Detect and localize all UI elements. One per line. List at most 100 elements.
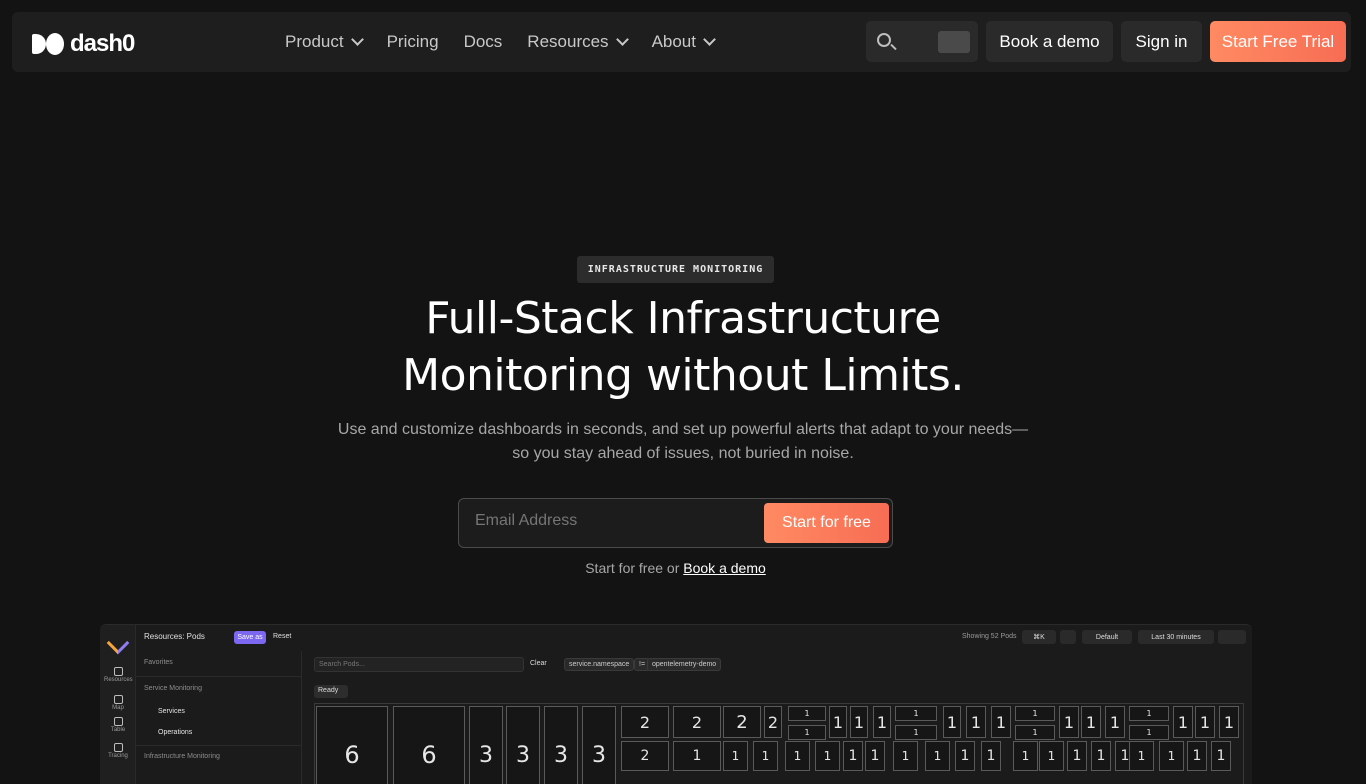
pod-cell[interactable]: 1: [1039, 741, 1064, 771]
menu-docs[interactable]: Docs: [464, 32, 503, 52]
pod-cell[interactable]: 2: [621, 706, 669, 738]
pod-cell[interactable]: 1: [1067, 741, 1087, 771]
pod-cell[interactable]: 1: [1159, 741, 1184, 771]
pod-cell[interactable]: 1: [895, 725, 937, 740]
resources-icon: [113, 667, 123, 676]
sidebar-operations[interactable]: Operations: [158, 729, 192, 736]
divider: [136, 676, 302, 677]
ready-dropdown[interactable]: Ready: [314, 685, 348, 698]
menu-pricing[interactable]: Pricing: [387, 32, 439, 52]
email-input[interactable]: [475, 512, 745, 530]
search-pods-input[interactable]: Search Pods...: [314, 657, 524, 672]
pod-cell[interactable]: 1: [1129, 725, 1169, 740]
pod-cell[interactable]: 1: [1105, 706, 1125, 738]
pod-cell[interactable]: 6: [393, 706, 465, 784]
logo[interactable]: dash0: [32, 30, 135, 58]
pod-cell[interactable]: 1: [850, 706, 868, 738]
pod-cell[interactable]: 1: [1059, 706, 1079, 738]
clear-filters-button[interactable]: Clear: [530, 660, 547, 667]
sidebar-infrastructure-monitoring[interactable]: Infrastructure Monitoring: [144, 753, 220, 760]
pod-cell[interactable]: 1: [1173, 706, 1193, 738]
pod-cell[interactable]: 1: [873, 706, 891, 738]
pod-cell[interactable]: 2: [764, 706, 782, 738]
pod-cell[interactable]: 1: [1211, 741, 1231, 771]
filter-key[interactable]: service.namespace: [564, 658, 635, 671]
menu-pricing-label: Pricing: [386, 32, 439, 51]
time-range-dropdown[interactable]: Last 30 minutes: [1138, 630, 1214, 644]
page-title: Full-Stack Infrastructure Monitoring wit…: [300, 290, 1066, 404]
pod-cell[interactable]: 1: [865, 741, 885, 771]
rail-map[interactable]: Map: [104, 695, 132, 711]
menu-about[interactable]: About: [651, 32, 716, 52]
pod-cell[interactable]: 1: [753, 741, 778, 771]
pod-cell[interactable]: 1: [1013, 741, 1038, 771]
signup-form: Start for free: [458, 498, 893, 548]
reset-button[interactable]: Reset: [273, 633, 291, 640]
sidebar-favorites[interactable]: Favorites: [144, 659, 173, 666]
map-icon: [113, 695, 123, 704]
pod-cell[interactable]: 1: [943, 706, 961, 738]
rail-table[interactable]: Table: [104, 717, 132, 733]
start-trial-button[interactable]: Start Free Trial: [1210, 21, 1346, 62]
top-navbar: dash0 Product Pricing Docs Resources Abo…: [12, 12, 1351, 72]
pod-cell[interactable]: 2: [673, 706, 721, 738]
pod-cell[interactable]: 1: [829, 706, 847, 738]
divider: [136, 745, 302, 746]
menu-product[interactable]: Product: [285, 32, 364, 52]
save-as-button[interactable]: Save as: [234, 631, 266, 644]
pin-button[interactable]: [1060, 630, 1076, 644]
refresh-button[interactable]: [1218, 630, 1246, 644]
pod-cell[interactable]: 2: [723, 706, 761, 738]
rail-resources[interactable]: Resources: [104, 667, 133, 683]
pod-cell[interactable]: 1: [843, 741, 863, 771]
search-icon: [877, 33, 891, 47]
pod-cell[interactable]: 1: [1091, 741, 1111, 771]
note-prefix: Start for free or: [585, 560, 680, 576]
command-button[interactable]: ⌘K: [1022, 630, 1056, 644]
pod-cell[interactable]: 3: [506, 706, 540, 784]
pod-cell[interactable]: 1: [925, 741, 950, 771]
pod-cell[interactable]: 1: [1195, 706, 1215, 738]
filter-value[interactable]: opentelemetry-demo: [647, 658, 722, 671]
pod-cell[interactable]: 1: [815, 741, 840, 771]
pod-cell[interactable]: 1: [1129, 706, 1169, 721]
book-demo-button[interactable]: Book a demo: [986, 21, 1113, 62]
pod-cell[interactable]: 1: [723, 741, 748, 771]
breadcrumb: Resources: Pods: [144, 632, 205, 641]
pod-cell[interactable]: 3: [469, 706, 503, 784]
default-dropdown[interactable]: Default: [1082, 630, 1132, 644]
pod-cell[interactable]: 1: [1129, 741, 1154, 771]
pod-cell[interactable]: 1: [1219, 706, 1239, 738]
title-line-2: Monitoring without Limits.: [402, 350, 964, 401]
pod-cell[interactable]: 3: [544, 706, 578, 784]
pod-cell[interactable]: 1: [788, 725, 826, 740]
menu-about-label: About: [651, 32, 696, 51]
book-demo-link[interactable]: Book a demo: [683, 560, 766, 576]
pod-cell[interactable]: 1: [1015, 725, 1055, 740]
rail-map-label: Map: [112, 705, 124, 711]
pod-cell[interactable]: 1: [788, 706, 826, 721]
pod-cell[interactable]: 3: [582, 706, 616, 784]
menu-product-label: Product: [285, 32, 344, 51]
app-logo-icon: [106, 631, 130, 655]
pod-cell[interactable]: 2: [621, 741, 669, 771]
start-free-button[interactable]: Start for free: [764, 503, 889, 543]
pod-cell[interactable]: 1: [1081, 706, 1101, 738]
pod-cell[interactable]: 1: [895, 706, 937, 721]
pod-cell[interactable]: 1: [1015, 706, 1055, 721]
pod-cell[interactable]: 1: [955, 741, 975, 771]
pod-cell[interactable]: 1: [785, 741, 810, 771]
pod-cell[interactable]: 1: [893, 741, 918, 771]
pod-cell[interactable]: 1: [966, 706, 986, 738]
sidebar-service-monitoring[interactable]: Service Monitoring: [144, 685, 202, 692]
pod-cell[interactable]: 1: [991, 706, 1011, 738]
search-button[interactable]: [866, 21, 978, 62]
pod-cell[interactable]: 1: [1187, 741, 1207, 771]
rail-tracing[interactable]: Tracing: [104, 743, 132, 759]
pod-cell[interactable]: 6: [316, 706, 388, 784]
pod-cell[interactable]: 1: [673, 741, 721, 771]
sidebar-services[interactable]: Services: [158, 708, 185, 715]
menu-resources[interactable]: Resources: [527, 32, 629, 52]
pod-cell[interactable]: 1: [981, 741, 1001, 771]
sign-in-button[interactable]: Sign in: [1121, 21, 1202, 62]
